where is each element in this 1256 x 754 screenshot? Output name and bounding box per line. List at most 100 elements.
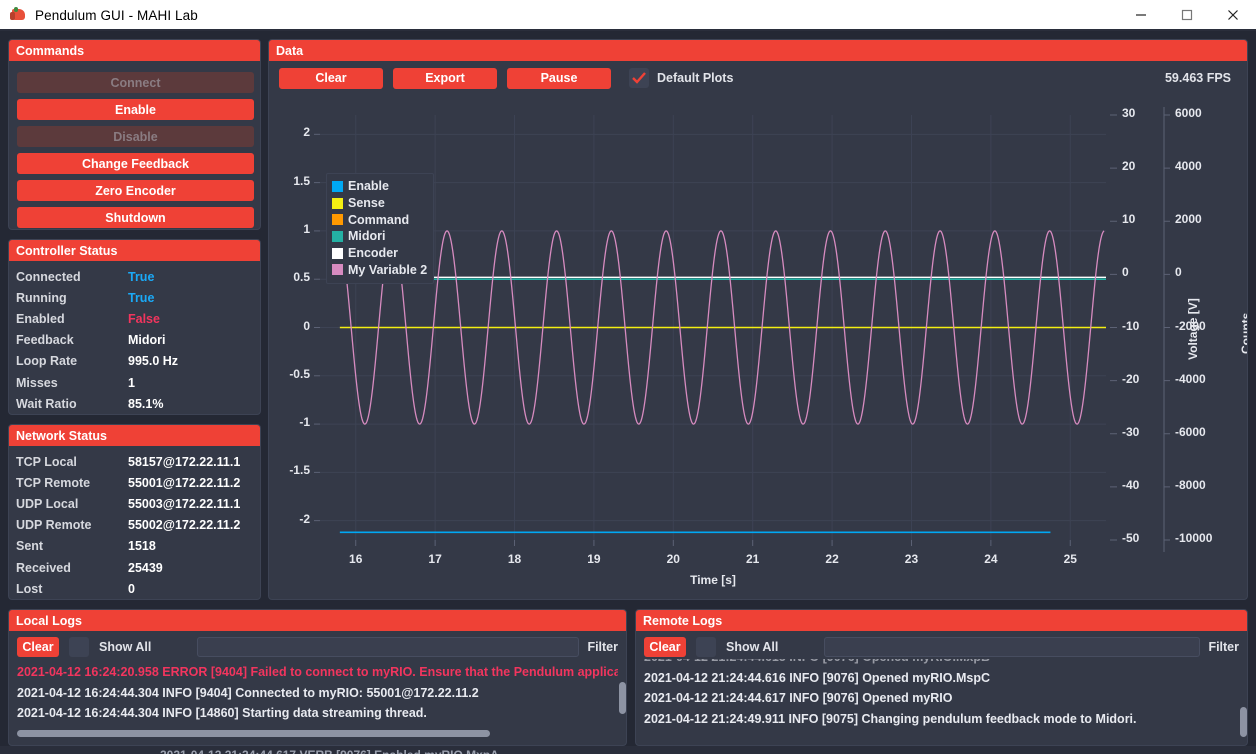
status-key: Connected	[16, 269, 81, 284]
change-feedback-button[interactable]: Change Feedback	[17, 153, 254, 174]
legend-item-encoder[interactable]: Encoder	[332, 245, 427, 262]
axis-tick-label: -8000	[1175, 477, 1206, 492]
default-plots-label: Default Plots	[657, 71, 734, 85]
axis-tick-label: 6000	[1175, 106, 1202, 120]
axis-tick-label: 0	[303, 318, 310, 333]
default-plots-checkbox[interactable]: Default Plots	[629, 68, 733, 88]
axis-tick-label: 1	[303, 221, 310, 236]
network-status-panel: Network Status TCP Local 58157@172.22.11…	[8, 424, 261, 600]
fps-readout: 59.463 FPS	[1164, 71, 1231, 85]
axis-tick-label: -50	[1122, 531, 1140, 545]
clear-data-button[interactable]: Clear	[279, 67, 383, 89]
legend-item-my-variable-2[interactable]: My Variable 2	[332, 261, 427, 278]
local-logs-vertical-scrollbar[interactable]	[619, 682, 626, 714]
network-row-udp-remote: UDP Remote 55002@172.22.11.2	[9, 515, 260, 536]
status-row-loop-rate: Loop Rate 995.0 Hz	[9, 351, 260, 372]
axis-tick-label: 17	[428, 552, 442, 566]
export-data-button[interactable]: Export	[393, 67, 497, 89]
axis-tick-label: 4000	[1175, 159, 1202, 174]
shutdown-button[interactable]: Shutdown	[17, 207, 254, 228]
axis-tick-label: 18	[507, 552, 522, 566]
status-row-enabled: Enabled False	[9, 308, 260, 329]
window-controls	[1118, 0, 1256, 30]
status-row-misses: Misses 1	[9, 372, 260, 393]
network-value: 55002@172.22.11.2	[128, 518, 241, 533]
axis-tick-label: -20	[1122, 371, 1140, 386]
pause-data-button[interactable]: Pause	[507, 67, 611, 89]
zero-encoder-button[interactable]: Zero Encoder	[17, 180, 254, 201]
axis-tick-label: -6000	[1175, 424, 1206, 439]
legend-swatch	[332, 180, 343, 192]
commands-header: Commands	[9, 40, 260, 61]
legend-item-enable[interactable]: Enable	[332, 178, 427, 195]
log-line: 2021-04-12 21:24:49.911 INFO [9075] Chan…	[644, 711, 1137, 726]
data-panel: Data Clear Export Pause Default Plots 59…	[268, 39, 1248, 600]
legend-item-midori[interactable]: Midori	[332, 228, 427, 245]
axis-tick-label: -2	[299, 511, 310, 526]
axis-tick-label: 24	[984, 552, 998, 566]
network-status-body: TCP Local 58157@172.22.11.1 TCP Remote 5…	[9, 446, 260, 599]
remote-logs-show-all-checkbox[interactable]	[696, 637, 716, 657]
legend-swatch	[332, 264, 343, 276]
axis-tick-label: -2000	[1175, 318, 1206, 333]
plot-canvas[interactable]	[269, 95, 1247, 600]
enable-button[interactable]: Enable	[17, 99, 254, 120]
status-key: Running	[16, 290, 67, 305]
log-line: 2021-04-12 16:24:44.304 INFO [14860] Sta…	[17, 706, 427, 720]
legend-item-sense[interactable]: Sense	[332, 195, 427, 212]
axis-tick-label: -10000	[1175, 531, 1213, 545]
axis-tick-label: 0.5	[293, 270, 310, 285]
disable-button[interactable]: Disable	[17, 126, 254, 147]
axis-tick-label: -30	[1122, 424, 1140, 439]
minimize-icon[interactable]	[1118, 0, 1164, 30]
local-logs-horizontal-scrollbar[interactable]	[17, 730, 490, 737]
status-row-connected: Connected True	[9, 266, 260, 287]
local-logs-filter-input[interactable]	[197, 637, 580, 657]
local-logs-clear-button[interactable]: Clear	[17, 637, 59, 657]
controller-status-body: Connected True Running True Enabled Fals…	[9, 261, 260, 414]
data-toolbar: Clear Export Pause Default Plots 59.463 …	[269, 61, 1247, 95]
network-value: 0	[128, 581, 135, 596]
local-logs-show-all-label: Show All	[99, 640, 152, 654]
background-window-text: 2021-04-12 21:24:44.617 VERB [9076] Enab…	[160, 748, 580, 754]
network-key: Received	[16, 560, 71, 575]
axis-tick-label: -1.5	[289, 463, 310, 478]
local-logs-list[interactable]: 2021-04-12 16:24:20.958 ERROR [9404] Fai…	[9, 659, 626, 741]
maximize-icon[interactable]	[1164, 0, 1210, 30]
status-value: Midori	[128, 333, 166, 348]
network-value: 55003@172.22.11.1	[128, 496, 241, 511]
axis-tick-label: 25	[1063, 552, 1077, 566]
axis-tick-label: -4000	[1175, 371, 1206, 386]
axis-tick-label: 2000	[1175, 212, 1202, 227]
close-icon[interactable]	[1210, 0, 1256, 30]
status-value: True	[128, 269, 155, 284]
remote-logs-vertical-scrollbar[interactable]	[1240, 707, 1247, 737]
status-row-feedback: Feedback Midori	[9, 330, 260, 351]
local-logs-show-all-checkbox[interactable]	[69, 637, 89, 657]
plot-area[interactable]: Enable Sense Command Midori Encoder My V…	[269, 95, 1247, 600]
axis-tick-label: 30	[1122, 106, 1136, 120]
axis-tick-label: 0	[1175, 265, 1182, 280]
remote-logs-show-all-label: Show All	[726, 640, 779, 654]
connect-button[interactable]: Connect	[17, 72, 254, 93]
title-bar: Pendulum GUI - MAHI Lab	[0, 0, 1256, 30]
axis-tick-label: 23	[904, 552, 919, 566]
axis-tick-label: 20	[1122, 159, 1136, 174]
status-key: Loop Rate	[16, 354, 78, 369]
network-row-received: Received 25439	[9, 557, 260, 578]
status-value: True	[128, 290, 155, 305]
legend-label: Encoder	[348, 246, 399, 261]
status-value: 995.0 Hz	[128, 354, 179, 369]
legend-label: Midori	[348, 229, 386, 244]
network-row-sent: Sent 1518	[9, 536, 260, 557]
remote-logs-filter-input[interactable]	[824, 637, 1201, 657]
status-value: 1	[128, 375, 135, 390]
controller-status-panel: Controller Status Connected True Running…	[8, 239, 261, 415]
log-line: 2021-04-12 21:24:44.616 INFO [9076] Open…	[644, 670, 990, 685]
remote-logs-clear-button[interactable]: Clear	[644, 637, 686, 657]
legend-label: Enable	[348, 179, 389, 194]
remote-logs-list[interactable]: 2021-04-12 21:24:44.615 INFO [9076] Open…	[636, 659, 1247, 745]
network-status-header: Network Status	[9, 425, 260, 446]
axis-tick-label: 19	[587, 552, 601, 566]
legend-item-command[interactable]: Command	[332, 211, 427, 228]
